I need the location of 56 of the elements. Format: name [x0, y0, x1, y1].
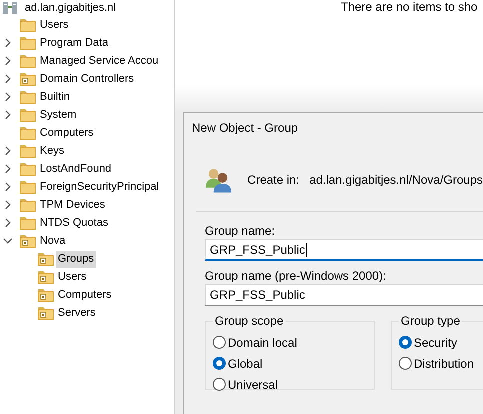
tree-item[interactable]: Computers [56, 286, 114, 304]
field-label: Group name: [205, 224, 276, 238]
tree-item[interactable]: NTDS Quotas [38, 214, 110, 232]
tree-item[interactable]: Users [56, 268, 89, 286]
folder-sheet-icon [38, 270, 54, 284]
tree-item[interactable]: Groups [56, 250, 96, 268]
folder-sheet-icon [38, 288, 54, 302]
empty-message: There are no items to sho [341, 0, 479, 14]
container-path: ad.lan.gigabitjes.nl/Nova/Groups [310, 173, 483, 187]
tree-item[interactable]: System [38, 106, 79, 124]
folder-icon [20, 18, 36, 32]
tree-item[interactable]: Program Data [38, 34, 110, 52]
folder-icon [20, 216, 36, 230]
radio-label[interactable]: Universal [228, 378, 278, 392]
radio-button[interactable] [213, 357, 226, 370]
radio-button[interactable] [213, 378, 226, 391]
tree-item[interactable]: Keys [38, 142, 66, 160]
tree-item[interactable]: Managed Service Accou [38, 52, 161, 70]
tree-item[interactable]: Domain Controllers [38, 70, 136, 88]
radio-label[interactable]: Distribution [414, 356, 474, 370]
users-icon [204, 166, 234, 194]
folder-icon [20, 180, 36, 194]
input-field[interactable]: GRP_FSS_Public [205, 239, 483, 261]
tree-item[interactable]: Servers [56, 304, 98, 322]
folder-icon [20, 36, 36, 50]
tree-item[interactable]: Users [38, 16, 71, 34]
domain-label[interactable]: ad.lan.gigabitjes.nl [23, 0, 118, 16]
group-box-title: Group scope [214, 314, 285, 328]
tree-item[interactable]: ForeignSecurityPrincipal [38, 178, 162, 196]
tree-item[interactable]: Builtin [38, 88, 72, 106]
folder-icon [20, 144, 36, 158]
folder-icon [20, 90, 36, 104]
radio-label[interactable]: Security [414, 336, 458, 350]
radio-label[interactable]: Domain local [228, 336, 298, 350]
folder-sheet-icon [20, 234, 36, 248]
tree-item[interactable]: TPM Devices [38, 196, 108, 214]
folder-sheet-icon [20, 72, 36, 86]
folder-sheet-icon [38, 306, 54, 320]
group-box-title: Group type [400, 314, 462, 328]
folder-icon [20, 54, 36, 68]
folder-icon [20, 126, 36, 140]
field-label: Group name (pre-Windows 2000): [205, 269, 388, 283]
tree-item[interactable]: LostAndFound [38, 160, 114, 178]
tree-item[interactable]: Computers [38, 124, 96, 142]
radio-button[interactable] [399, 336, 412, 349]
radio-button[interactable] [399, 357, 412, 370]
radio-label[interactable]: Global [228, 356, 263, 370]
folder-icon [20, 108, 36, 122]
input-field[interactable]: GRP_FSS_Public [205, 284, 483, 306]
tree-item[interactable]: Nova [38, 232, 68, 250]
dialog-title: New Object - Group [191, 120, 300, 137]
folder-icon [20, 162, 36, 176]
create-in-label: Create in: [248, 173, 301, 187]
folder-sheet-icon [38, 252, 54, 266]
folder-icon [20, 198, 36, 212]
radio-button[interactable] [213, 336, 226, 349]
